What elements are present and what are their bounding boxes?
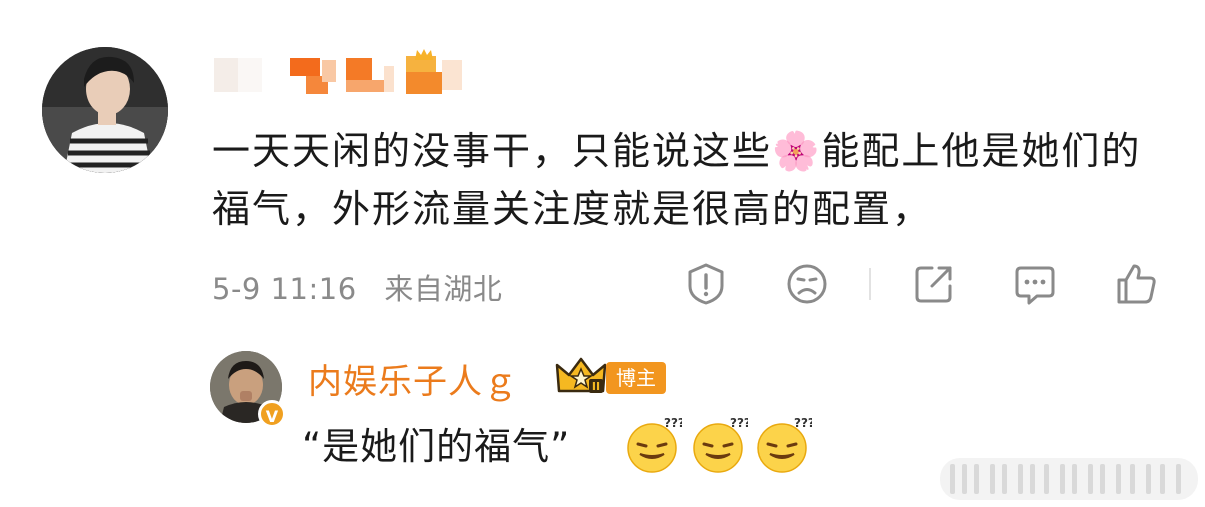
share-icon[interactable] bbox=[912, 262, 956, 306]
comment-meta: 5-9 11:16 来自湖北 bbox=[212, 266, 502, 308]
svg-text:???: ??? bbox=[664, 416, 682, 430]
svg-text:???: ??? bbox=[794, 416, 812, 430]
comment-location: 来自湖北 bbox=[384, 272, 503, 306]
confused-emoji-icon: ??? bbox=[622, 414, 685, 474]
actions-divider bbox=[869, 268, 871, 300]
dislike-icon[interactable] bbox=[785, 262, 829, 306]
commenter-avatar[interactable] bbox=[42, 47, 168, 173]
verified-badge-icon: V bbox=[258, 400, 286, 428]
comment-icon[interactable] bbox=[1013, 262, 1057, 306]
crown-level-icon[interactable]: II bbox=[555, 355, 607, 397]
svg-text:II: II bbox=[592, 380, 600, 393]
confused-emoji-icon: ??? bbox=[752, 414, 815, 474]
replier-username[interactable]: 内娱乐子人ｇ bbox=[308, 354, 518, 403]
like-icon[interactable] bbox=[1114, 262, 1158, 306]
comment-text: 一天天闲的没事干，只能说这些🌸能配上他是她们的福气，外形流量关注度就是很高的配置… bbox=[212, 129, 1142, 231]
comment-time: 5-9 11:16 bbox=[212, 272, 357, 306]
confused-emoji-icon: ??? bbox=[688, 414, 751, 474]
reply-text: “是她们的福气” bbox=[302, 425, 571, 468]
svg-text:???: ??? bbox=[730, 416, 748, 430]
author-tag: 博主 bbox=[606, 362, 666, 394]
report-icon[interactable] bbox=[684, 262, 728, 306]
